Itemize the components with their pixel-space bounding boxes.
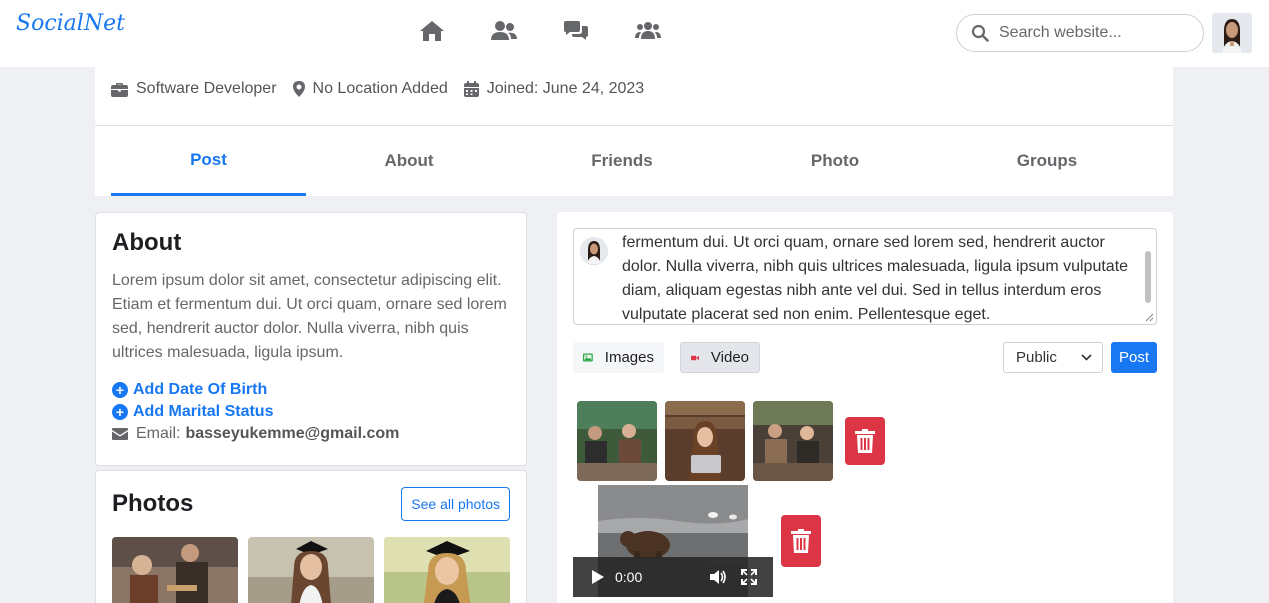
add-marital-status-link[interactable]: + Add Marital Status: [112, 403, 510, 421]
avatar[interactable]: [1212, 13, 1252, 53]
job-item: Software Developer: [111, 80, 277, 98]
nav-icons: [418, 17, 706, 45]
post-text: fermentum dui. Ut orci quam, ornare sed …: [622, 234, 1129, 323]
plus-circle-icon: +: [112, 382, 128, 398]
groups-icon[interactable]: [634, 17, 706, 45]
photos-title: Photos: [112, 490, 194, 517]
photo-thumbnail[interactable]: [112, 537, 238, 603]
privacy-value: Public: [1016, 349, 1057, 366]
privacy-select[interactable]: Public: [1003, 342, 1103, 373]
photos-card: Photos See all photos: [95, 470, 527, 603]
add-images-button[interactable]: Images: [573, 342, 664, 373]
friends-icon[interactable]: [490, 17, 562, 45]
post-composer: fermentum dui. Ut orci quam, ornare sed …: [557, 212, 1173, 603]
video-time: 0:00: [615, 569, 643, 585]
search-input[interactable]: [999, 24, 1189, 42]
about-text: Lorem ipsum dolor sit amet, consectetur …: [112, 272, 507, 361]
post-textarea[interactable]: fermentum dui. Ut orci quam, ornare sed …: [573, 228, 1157, 325]
image-icon: [583, 353, 593, 362]
plus-circle-icon: +: [112, 404, 128, 420]
tab-about[interactable]: About: [306, 126, 512, 196]
photo-thumbnail[interactable]: [248, 537, 374, 603]
scrollbar[interactable]: [1145, 251, 1151, 303]
remove-images-button[interactable]: [845, 417, 885, 465]
joined-text: Joined: June 24, 2023: [486, 80, 645, 97]
envelope-icon: [112, 428, 128, 440]
volume-icon[interactable]: [709, 569, 727, 585]
location-text: No Location Added: [312, 80, 448, 97]
profile-tabs: Post About Friends Photo Groups: [111, 126, 1156, 196]
images-label: Images: [604, 349, 654, 366]
location-item: No Location Added: [292, 80, 448, 98]
messages-icon[interactable]: [562, 17, 634, 45]
trash-icon: [791, 529, 811, 553]
search-bar[interactable]: [956, 14, 1204, 52]
video-control-group: [709, 569, 757, 585]
home-icon[interactable]: [418, 17, 490, 45]
image-preview: [577, 401, 657, 481]
email-value: basseyukemme@gmail.com: [185, 425, 400, 442]
tab-friends[interactable]: Friends: [512, 126, 732, 196]
about-card: About Lorem ipsum dolor sit amet, consec…: [95, 212, 527, 466]
photo-thumbnail[interactable]: [384, 537, 510, 603]
tab-groups[interactable]: Groups: [938, 126, 1156, 196]
location-pin-icon: [292, 81, 305, 97]
add-dob-label: Add Date Of Birth: [133, 381, 268, 398]
tab-photo[interactable]: Photo: [732, 126, 938, 196]
add-marital-label: Add Marital Status: [133, 403, 274, 420]
joined-item: Joined: June 24, 2023: [463, 80, 645, 98]
add-dob-link[interactable]: + Add Date Of Birth: [112, 381, 510, 399]
video-label: Video: [710, 349, 749, 366]
fullscreen-icon[interactable]: [741, 569, 757, 585]
video-camera-icon: [691, 355, 699, 360]
briefcase-icon: [111, 82, 128, 97]
about-title: About: [112, 229, 182, 256]
avatar: [580, 237, 608, 265]
add-video-button[interactable]: Video: [680, 342, 760, 373]
search-icon: [971, 24, 989, 42]
photos-header: Photos See all photos: [112, 487, 510, 521]
email-row: Email: basseyukemme@gmail.com: [112, 425, 510, 443]
image-preview: [753, 401, 833, 481]
video-preview[interactable]: 0:00: [573, 485, 773, 597]
trash-icon: [855, 429, 875, 453]
top-navbar: SocialNet: [0, 0, 1269, 67]
email-label: Email:: [136, 425, 181, 442]
see-all-photos-button[interactable]: See all photos: [401, 487, 510, 521]
profile-header: Software Developer No Location Added Joi…: [95, 67, 1173, 196]
composer-actions: Images Video Public Post: [573, 341, 1157, 373]
tab-post[interactable]: Post: [111, 126, 306, 196]
job-text: Software Developer: [136, 80, 277, 97]
calendar-icon: [463, 81, 479, 97]
photo-grid: [112, 537, 510, 603]
chevron-down-icon: [1081, 354, 1092, 361]
logo[interactable]: SocialNet: [16, 11, 125, 36]
remove-video-button[interactable]: [781, 515, 821, 567]
video-controls: 0:00: [573, 557, 773, 597]
image-preview: [665, 401, 745, 481]
post-button[interactable]: Post: [1111, 342, 1157, 373]
profile-meta: Software Developer No Location Added Joi…: [111, 80, 660, 98]
play-icon[interactable]: [591, 569, 605, 585]
resize-handle-icon[interactable]: [1144, 312, 1154, 322]
